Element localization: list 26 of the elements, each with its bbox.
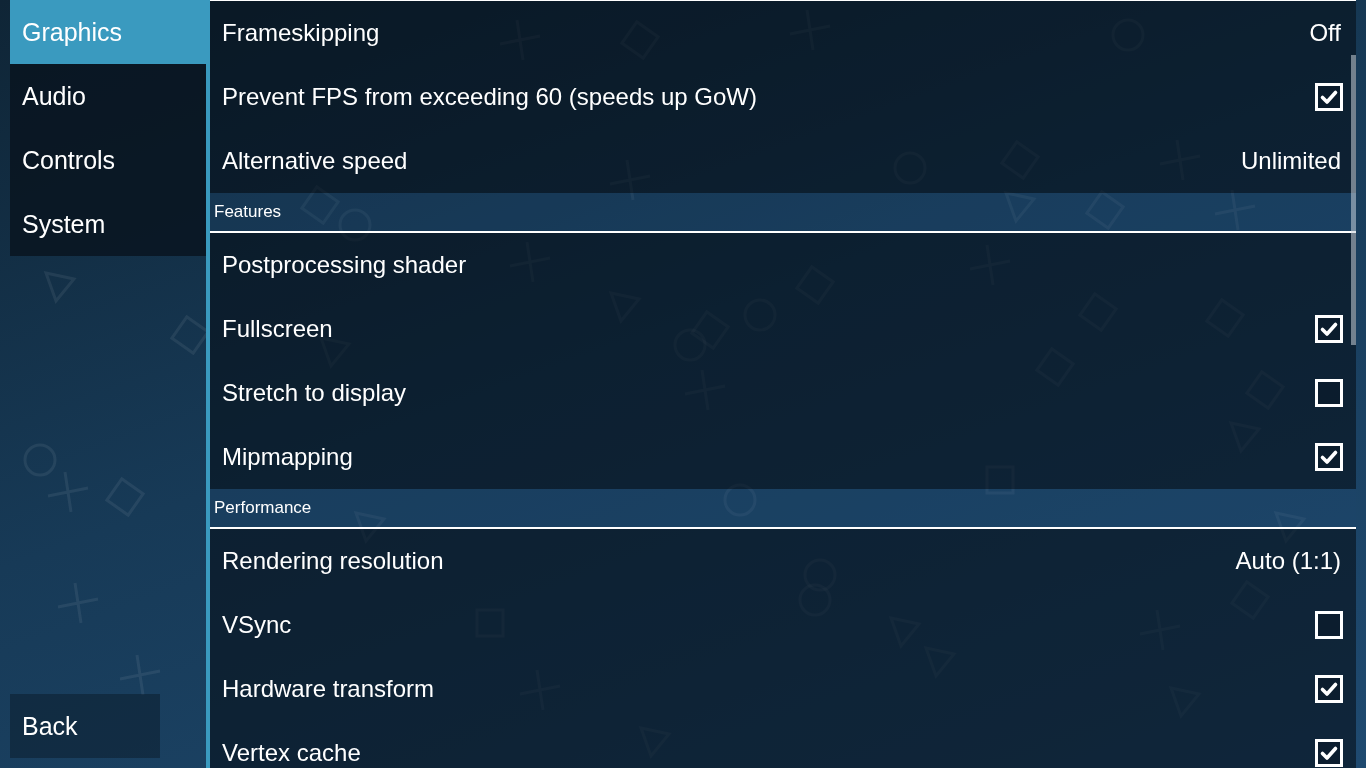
checkbox[interactable] <box>1315 443 1343 471</box>
checkbox[interactable] <box>1315 379 1343 407</box>
setting-label[interactable]: Frameskipping <box>222 19 380 47</box>
setting-label[interactable]: Rendering resolution <box>222 547 444 575</box>
sidebar-tab[interactable]: Audio <box>10 64 206 128</box>
setting-label[interactable]: Stretch to display <box>222 379 407 407</box>
back-button[interactable]: Back <box>10 694 160 758</box>
sidebar-tab[interactable]: Controls <box>10 128 206 192</box>
section-header: Performance <box>210 489 1356 529</box>
setting-label[interactable]: Mipmapping <box>222 443 353 471</box>
setting-value[interactable]: Auto (1:1) <box>1235 547 1341 575</box>
setting-value[interactable]: Unlimited <box>1240 147 1341 175</box>
setting-label[interactable]: VSync <box>222 611 292 639</box>
scrollbar[interactable] <box>1351 55 1356 345</box>
checkbox[interactable] <box>1315 315 1343 343</box>
sidebar-tab[interactable]: System <box>10 192 206 256</box>
setting-label[interactable]: Vertex cache <box>222 739 361 767</box>
setting-label[interactable]: Fullscreen <box>222 315 333 343</box>
setting-value[interactable]: Off <box>1309 19 1341 47</box>
checkbox[interactable] <box>1315 611 1343 639</box>
checkbox[interactable] <box>1315 675 1343 703</box>
setting-label[interactable]: Alternative speed <box>222 147 408 175</box>
checkbox[interactable] <box>1315 83 1343 111</box>
setting-label[interactable]: Hardware transform <box>222 675 435 703</box>
checkbox[interactable] <box>1315 739 1343 767</box>
setting-label[interactable]: Postprocessing shader <box>222 251 467 279</box>
